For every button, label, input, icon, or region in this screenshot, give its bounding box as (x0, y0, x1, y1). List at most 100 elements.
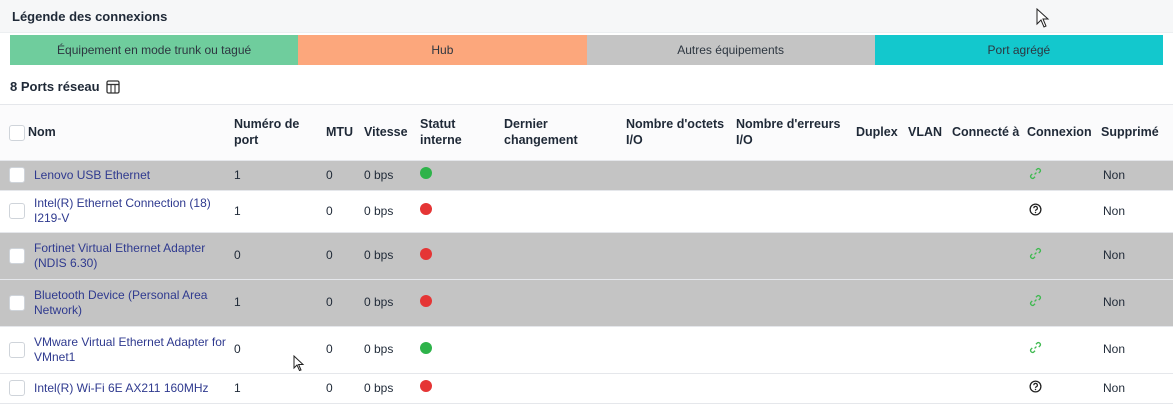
row-checkbox[interactable] (9, 203, 25, 219)
ports-header: 8 Ports réseau (0, 69, 1173, 105)
link-icon[interactable] (1029, 294, 1042, 307)
col-duplex[interactable]: Duplex (854, 105, 906, 160)
port-deleted: Non (1103, 342, 1126, 356)
port-mtu: 0 (326, 203, 333, 218)
port-octets (624, 326, 734, 373)
port-speed: 0 bps (364, 248, 394, 262)
ports-title: 8 Ports réseau (10, 79, 100, 94)
row-checkbox[interactable] (9, 247, 25, 264)
port-speed: 0 bps (364, 295, 394, 309)
legend-item-aggregated: Port agrégé (874, 35, 1163, 65)
col-mtu[interactable]: MTU (324, 105, 362, 160)
port-connected (950, 326, 1025, 373)
table-settings-icon[interactable] (105, 79, 120, 94)
port-mtu: 0 (326, 167, 333, 182)
status-dot (420, 341, 432, 354)
port-name-link[interactable]: Intel(R) Wi-Fi 6E AX211 160MHz (34, 381, 209, 395)
port-last-change (502, 190, 624, 232)
port-name-link[interactable]: VMware Virtual Ethernet Adapter for VMne… (34, 335, 226, 364)
port-errors (734, 326, 854, 373)
port-duplex (854, 232, 906, 279)
port-speed: 0 bps (364, 203, 394, 218)
port-last-change (502, 279, 624, 326)
col-speed[interactable]: Vitesse (362, 105, 418, 160)
port-connected (950, 160, 1025, 190)
status-dot (420, 203, 432, 215)
col-octets[interactable]: Nombre d'octets I/O (624, 105, 734, 160)
port-octets (624, 279, 734, 326)
col-errors[interactable]: Nombre d'erreurs I/O (734, 105, 854, 160)
row-checkbox[interactable] (9, 294, 25, 311)
port-speed: 0 bps (364, 380, 394, 395)
row-checkbox[interactable] (9, 167, 25, 183)
port-vlan (906, 279, 950, 326)
port-number: 0 (234, 342, 241, 356)
col-vlan[interactable]: VLAN (906, 105, 950, 160)
table-row[interactable]: Lenovo USB Ethernet 1 0 0 bps Non (0, 160, 1173, 190)
port-octets (624, 373, 734, 403)
col-name[interactable]: Nom (26, 105, 232, 160)
port-vlan (906, 326, 950, 373)
ports-table: Nom Numéro de port MTU Vitesse Statut in… (0, 105, 1173, 404)
port-duplex (854, 160, 906, 190)
col-port-number[interactable]: Numéro de port (232, 105, 324, 160)
col-deleted[interactable]: Supprimé (1099, 105, 1173, 160)
legend-bar: Équipement en mode trunk ou tagué Hub Au… (10, 35, 1163, 65)
port-deleted: Non (1103, 248, 1126, 262)
port-name-link[interactable]: Intel(R) Ethernet Connection (18) I219-V (34, 196, 211, 225)
port-name-link[interactable]: Bluetooth Device (Personal Area Network) (34, 288, 207, 317)
port-number: 0 (234, 248, 241, 262)
legend-item-trunk: Équipement en mode trunk ou tagué (10, 35, 299, 65)
port-octets (624, 160, 734, 190)
port-duplex (854, 373, 906, 403)
col-last-change[interactable]: Dernier changement (502, 105, 624, 160)
port-octets (624, 232, 734, 279)
link-icon[interactable] (1029, 167, 1042, 180)
legend-item-label: Port agrégé (987, 43, 1051, 57)
port-errors (734, 279, 854, 326)
port-mtu: 0 (326, 380, 333, 395)
row-checkbox[interactable] (9, 380, 25, 396)
row-checkbox[interactable] (9, 341, 25, 358)
col-connection[interactable]: Connexion (1025, 105, 1099, 160)
mouse-cursor-icon (293, 355, 305, 372)
table-row[interactable]: Intel(R) Ethernet Connection (18) I219-V… (0, 190, 1173, 232)
mouse-cursor-icon (1036, 8, 1050, 28)
table-row[interactable]: Intel(R) Wi-Fi 6E AX211 160MHz 1 0 0 bps… (0, 373, 1173, 403)
status-dot (420, 247, 432, 260)
port-duplex (854, 326, 906, 373)
port-speed: 0 bps (364, 167, 394, 182)
table-row[interactable]: VMware Virtual Ethernet Adapter for VMne… (0, 326, 1173, 373)
link-icon[interactable] (1029, 341, 1042, 354)
port-mtu: 0 (326, 295, 333, 309)
port-number: 1 (234, 203, 241, 218)
legend-item-other: Autres équipements (586, 35, 875, 65)
legend-item-hub: Hub (298, 35, 587, 65)
port-name-link[interactable]: Lenovo USB Ethernet (34, 168, 150, 182)
help-icon[interactable] (1029, 202, 1042, 216)
port-last-change (502, 373, 624, 403)
port-number: 1 (234, 380, 241, 395)
port-deleted: Non (1103, 167, 1126, 182)
col-status[interactable]: Statut interne (418, 105, 502, 160)
table-row[interactable]: Bluetooth Device (Personal Area Network)… (0, 279, 1173, 326)
help-icon[interactable] (1029, 379, 1042, 393)
port-octets (624, 190, 734, 232)
legend-title: Légende des connexions (12, 8, 168, 24)
port-connected (950, 373, 1025, 403)
port-name-link[interactable]: Fortinet Virtual Ethernet Adapter (NDIS … (34, 241, 205, 270)
status-dot (420, 380, 432, 392)
port-speed: 0 bps (364, 342, 394, 356)
table-row[interactable]: Fortinet Virtual Ethernet Adapter (NDIS … (0, 232, 1173, 279)
port-mtu: 0 (326, 248, 333, 262)
col-connected[interactable]: Connecté à (950, 105, 1025, 160)
port-duplex (854, 190, 906, 232)
port-duplex (854, 279, 906, 326)
port-vlan (906, 160, 950, 190)
select-all-checkbox[interactable] (9, 124, 25, 141)
link-icon[interactable] (1029, 247, 1042, 260)
port-deleted: Non (1103, 203, 1126, 218)
legend-item-label: Hub (431, 43, 454, 57)
port-last-change (502, 160, 624, 190)
status-dot (420, 294, 432, 307)
